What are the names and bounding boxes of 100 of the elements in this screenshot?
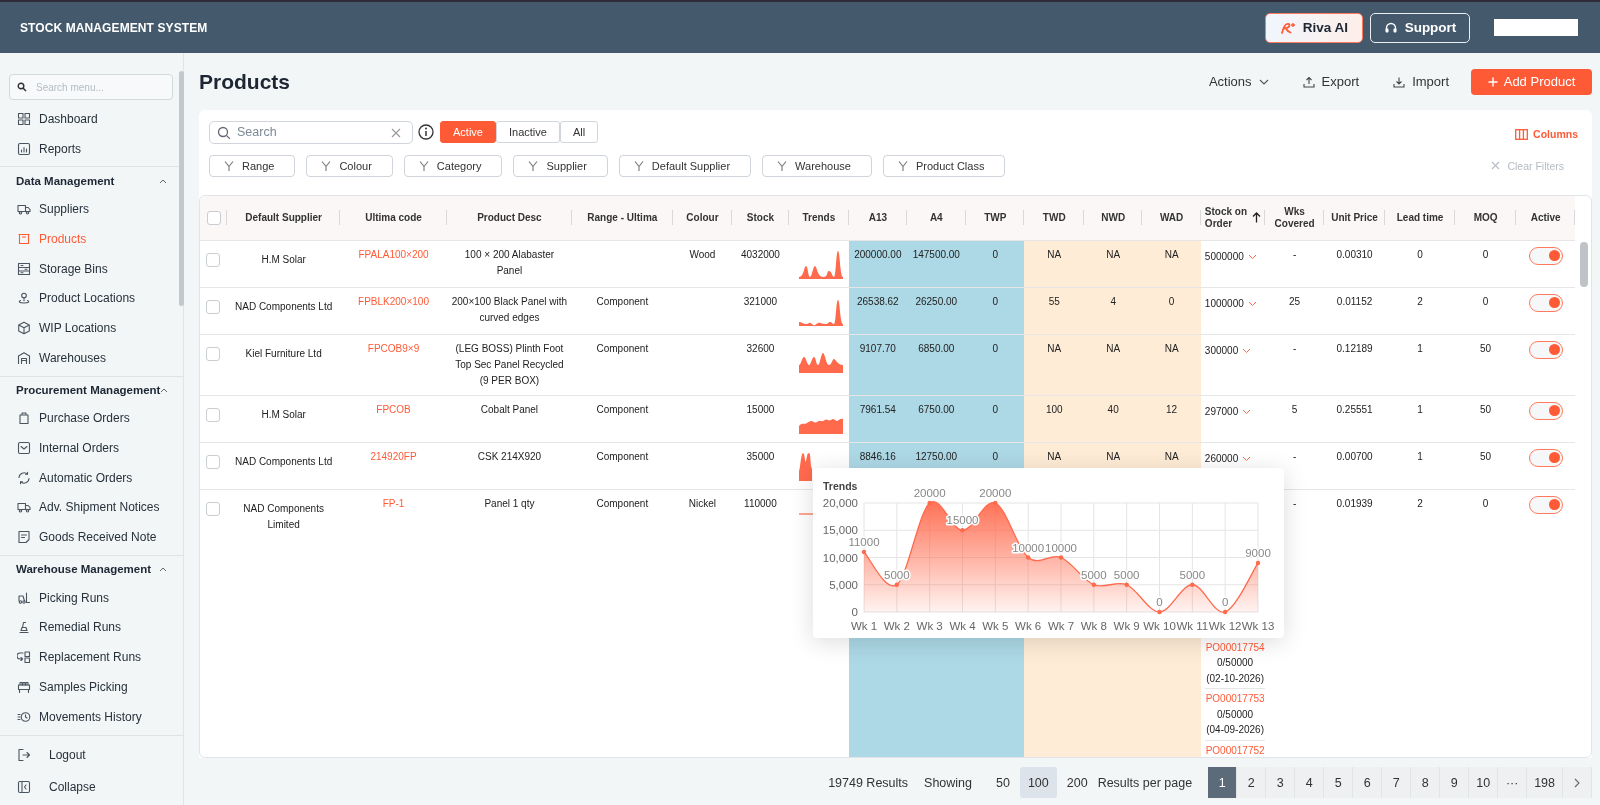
checkbox[interactable] [206,454,220,469]
scrollbar-thumb[interactable] [179,71,184,306]
column-header[interactable]: TWP [984,211,1007,224]
upload-icon [1302,75,1315,88]
page-button[interactable]: 3 [1266,767,1296,798]
column-header[interactable]: Active [1530,211,1561,224]
order-quantity-dropdown[interactable]: 1000000 [1204,295,1257,312]
column-header[interactable]: MOQ [1473,211,1498,224]
section-title: Procurement Management [16,384,161,396]
filter-button[interactable]: Category [403,154,503,177]
import-button[interactable]: Import [1381,68,1461,95]
chevron-up-icon[interactable] [160,387,169,393]
data-label: 20000 [913,487,946,499]
sidebar-item[interactable]: WIP Locations [0,313,183,343]
order-quantity-dropdown[interactable]: 260000 [1204,450,1252,467]
sort-arrow-icon[interactable] [1252,212,1262,224]
sidebar-item[interactable]: Picking Runs [0,582,183,613]
filter-button[interactable]: Colour [306,154,393,177]
actions-dropdown[interactable]: Actions [1196,68,1281,95]
page-size-option[interactable]: 50 [988,767,1018,798]
chevron-up-icon[interactable] [159,566,167,573]
sidebar-item[interactable]: Movements History [0,701,183,732]
order-quantity-dropdown[interactable]: 297000 [1204,403,1252,420]
table-cell: 0.12189 [1336,342,1373,354]
page-button[interactable]: 6 [1353,767,1383,798]
column-header[interactable]: Trends [802,211,836,224]
column-header[interactable]: Colour [686,211,719,224]
sidebar-item[interactable]: Internal Orders [0,433,183,463]
page-button[interactable]: 4 [1295,767,1325,798]
column-header[interactable]: Ultima code [365,211,422,224]
checkbox[interactable] [206,299,220,314]
table-cell: 147500.00 [912,248,960,260]
column-header[interactable]: A4 [929,211,943,224]
column-header[interactable]: A13 [868,211,887,224]
page-button[interactable]: 8 [1411,767,1441,798]
search-field[interactable]: Search [209,120,413,144]
column-header[interactable]: NWD [1101,211,1126,224]
scrollbar-thumb[interactable] [1580,242,1588,287]
sidebar-item[interactable]: Goods Received Note [0,522,183,552]
toggle-switch[interactable] [1528,448,1563,467]
sidebar-item[interactable]: Remedial Runs [0,612,183,643]
collapse-button[interactable]: Collapse [0,771,183,803]
checkbox[interactable] [206,252,220,267]
toggle-switch[interactable] [1528,293,1563,312]
table-cell: 25 [1289,295,1301,307]
filter-button[interactable]: Supplier [513,154,608,177]
menu-search-field[interactable]: Search menu... [9,74,173,100]
sidebar-item[interactable]: Warehouses [0,342,183,373]
logout-button[interactable]: Logout [0,739,183,771]
toggle-switch[interactable] [1528,401,1563,420]
sidebar-item[interactable]: Automatic Orders [0,462,183,493]
page-size-option[interactable]: 200 [1058,767,1096,798]
status-tab[interactable]: All [559,121,599,143]
toggle-switch[interactable] [1528,340,1563,359]
sidebar-item[interactable]: Suppliers [0,194,183,225]
column-header[interactable]: TWD [1042,211,1066,224]
page-button[interactable]: ··· [1498,767,1528,798]
order-quantity-dropdown[interactable]: 300000 [1204,342,1252,359]
table-cell: NA [1164,342,1179,354]
checkbox[interactable] [206,210,221,225]
sidebar-item[interactable]: Reports [0,133,183,164]
grid-icon [17,111,31,126]
filter-button[interactable]: Warehouse [762,154,872,177]
checkbox[interactable] [206,501,220,516]
toggle-switch[interactable] [1528,495,1563,514]
column-header[interactable]: Product Desc [477,211,542,224]
table-cell: NA [1106,248,1121,260]
table-cell: 12 [1166,403,1178,415]
page-size-option[interactable]: 100 [1019,767,1057,798]
sidebar-item[interactable]: Samples Picking [0,672,183,702]
sidebar-item[interactable]: Dashboard [0,104,183,134]
sparkline [798,352,843,373]
page-button[interactable]: 2 [1237,767,1267,798]
page-button[interactable]: 198 [1527,767,1563,798]
filter-button[interactable]: Range [209,154,296,177]
page-button[interactable]: 9 [1440,767,1470,798]
sidebar-item[interactable]: Product Locations [0,283,183,314]
page-button[interactable]: 7 [1382,767,1412,798]
column-header[interactable]: Stock [746,211,775,224]
checkbox[interactable] [206,346,220,361]
checkbox[interactable] [206,407,220,422]
column-header[interactable]: WAD [1159,211,1184,224]
support-button[interactable]: Support [1370,12,1470,43]
sidebar-item[interactable]: Replacement Runs [0,642,183,672]
column-header[interactable]: Default Supplier [245,211,322,224]
order-quantity-dropdown[interactable]: 5000000 [1204,248,1257,265]
sidebar-item[interactable]: Storage Bins [0,253,183,284]
export-button[interactable]: Export [1290,68,1372,95]
status-tab[interactable]: Inactive [495,121,560,143]
sidebar-item[interactable]: Purchase Orders [0,403,183,434]
sidebar-item[interactable]: Adv. Shipment Notices [0,492,183,523]
sparkline [798,299,843,326]
chevron-up-icon[interactable] [159,177,167,184]
assistant-button[interactable]: Riva AI [1264,12,1363,43]
filter-button[interactable]: Default Supplier [618,154,752,177]
page-button[interactable]: 5 [1324,767,1354,798]
page-button[interactable]: 10 [1469,767,1499,798]
page-button[interactable]: 1 [1208,767,1238,798]
filter-button[interactable]: Product Class [882,154,1006,177]
toggle-switch[interactable] [1528,246,1563,265]
